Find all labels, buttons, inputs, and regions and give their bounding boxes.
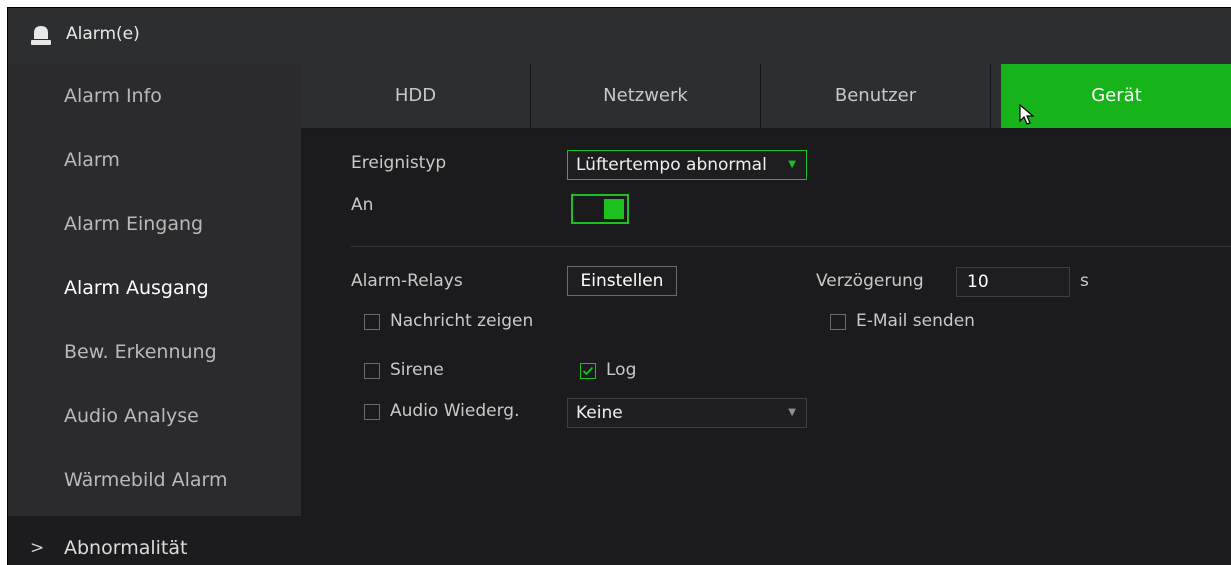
sidebar-item-alarm-info[interactable]: Alarm Info <box>8 64 301 128</box>
event-type-label: Ereignistyp <box>351 153 447 173</box>
dropdown-arrow-icon: ▼ <box>788 159 796 170</box>
sidebar-item-label: Alarm <box>64 149 120 171</box>
audio-play-label: Audio Wiederg. <box>390 401 520 421</box>
buzzer-checkbox[interactable] <box>364 363 380 379</box>
send-email-checkbox[interactable] <box>830 314 846 330</box>
log-checkbox[interactable] <box>580 363 596 379</box>
sidebar-item-motion-detection[interactable]: Bew. Erkennung <box>8 320 301 384</box>
sidebar-item-label: Abnormalität <box>64 537 188 559</box>
sidebar-item-label: Alarm Ausgang <box>64 277 209 299</box>
section-divider <box>351 246 1231 247</box>
sidebar-item-alarm[interactable]: Alarm <box>8 128 301 192</box>
alarm-bell-icon <box>28 24 54 48</box>
sidebar-item-label: Bew. Erkennung <box>64 341 217 363</box>
log-label: Log <box>606 360 637 380</box>
sidebar: Alarm Info Alarm Alarm Eingang Alarm Aus… <box>8 64 301 565</box>
event-type-select[interactable]: Lüftertempo abnormal ▼ <box>567 150 807 180</box>
tab-user[interactable]: Benutzer <box>761 64 991 128</box>
tab-network[interactable]: Netzwerk <box>531 64 761 128</box>
buzzer-label: Sirene <box>390 360 444 380</box>
delay-unit: s <box>1080 271 1089 291</box>
toggle-knob <box>604 199 624 219</box>
tab-hdd[interactable]: HDD <box>301 64 531 128</box>
audio-file-select[interactable]: Keine ▼ <box>567 398 807 428</box>
chevron-right-icon: > <box>30 538 45 558</box>
alarm-window: Alarm(e) Alarm Info Alarm Alarm Eingang … <box>8 8 1231 565</box>
send-email-label: E-Mail senden <box>856 311 975 331</box>
sidebar-item-label: Audio Analyse <box>64 405 199 427</box>
sidebar-item-thermal-alarm[interactable]: Wärmebild Alarm <box>8 448 301 512</box>
alarm-relays-label: Alarm-Relays <box>351 271 463 291</box>
title-bar: Alarm(e) <box>8 8 1231 65</box>
delay-label: Verzögerung <box>816 271 924 291</box>
dropdown-arrow-icon: ▼ <box>788 407 796 418</box>
sidebar-item-audio-analysis[interactable]: Audio Analyse <box>8 384 301 448</box>
window-title: Alarm(e) <box>66 24 140 44</box>
sidebar-item-label: Wärmebild Alarm <box>64 469 228 491</box>
sidebar-item-alarm-output[interactable]: Alarm Ausgang <box>8 256 301 320</box>
checkmark-icon <box>582 366 594 376</box>
audio-play-checkbox[interactable] <box>364 404 380 420</box>
event-type-value: Lüftertempo abnormal <box>576 155 767 175</box>
show-message-label: Nachricht zeigen <box>390 311 534 331</box>
setup-button[interactable]: Einstellen <box>567 266 677 296</box>
settings-panel: Ereignistyp Lüftertempo abnormal ▼ An Al… <box>301 130 1231 565</box>
tab-bar: HDD Netzwerk Benutzer Gerät <box>301 64 1231 130</box>
sidebar-item-alarm-input[interactable]: Alarm Eingang <box>8 192 301 256</box>
enable-toggle[interactable] <box>571 194 629 224</box>
show-message-checkbox[interactable] <box>364 314 380 330</box>
enable-label: An <box>351 195 374 215</box>
delay-input[interactable]: 10 <box>956 267 1070 297</box>
audio-file-value: Keine <box>576 403 623 423</box>
mouse-cursor-icon <box>1019 104 1035 125</box>
sidebar-item-label: Alarm Eingang <box>64 213 204 235</box>
sidebar-item-abnormality[interactable]: > Abnormalität <box>8 516 301 565</box>
sidebar-item-label: Alarm Info <box>64 85 162 107</box>
